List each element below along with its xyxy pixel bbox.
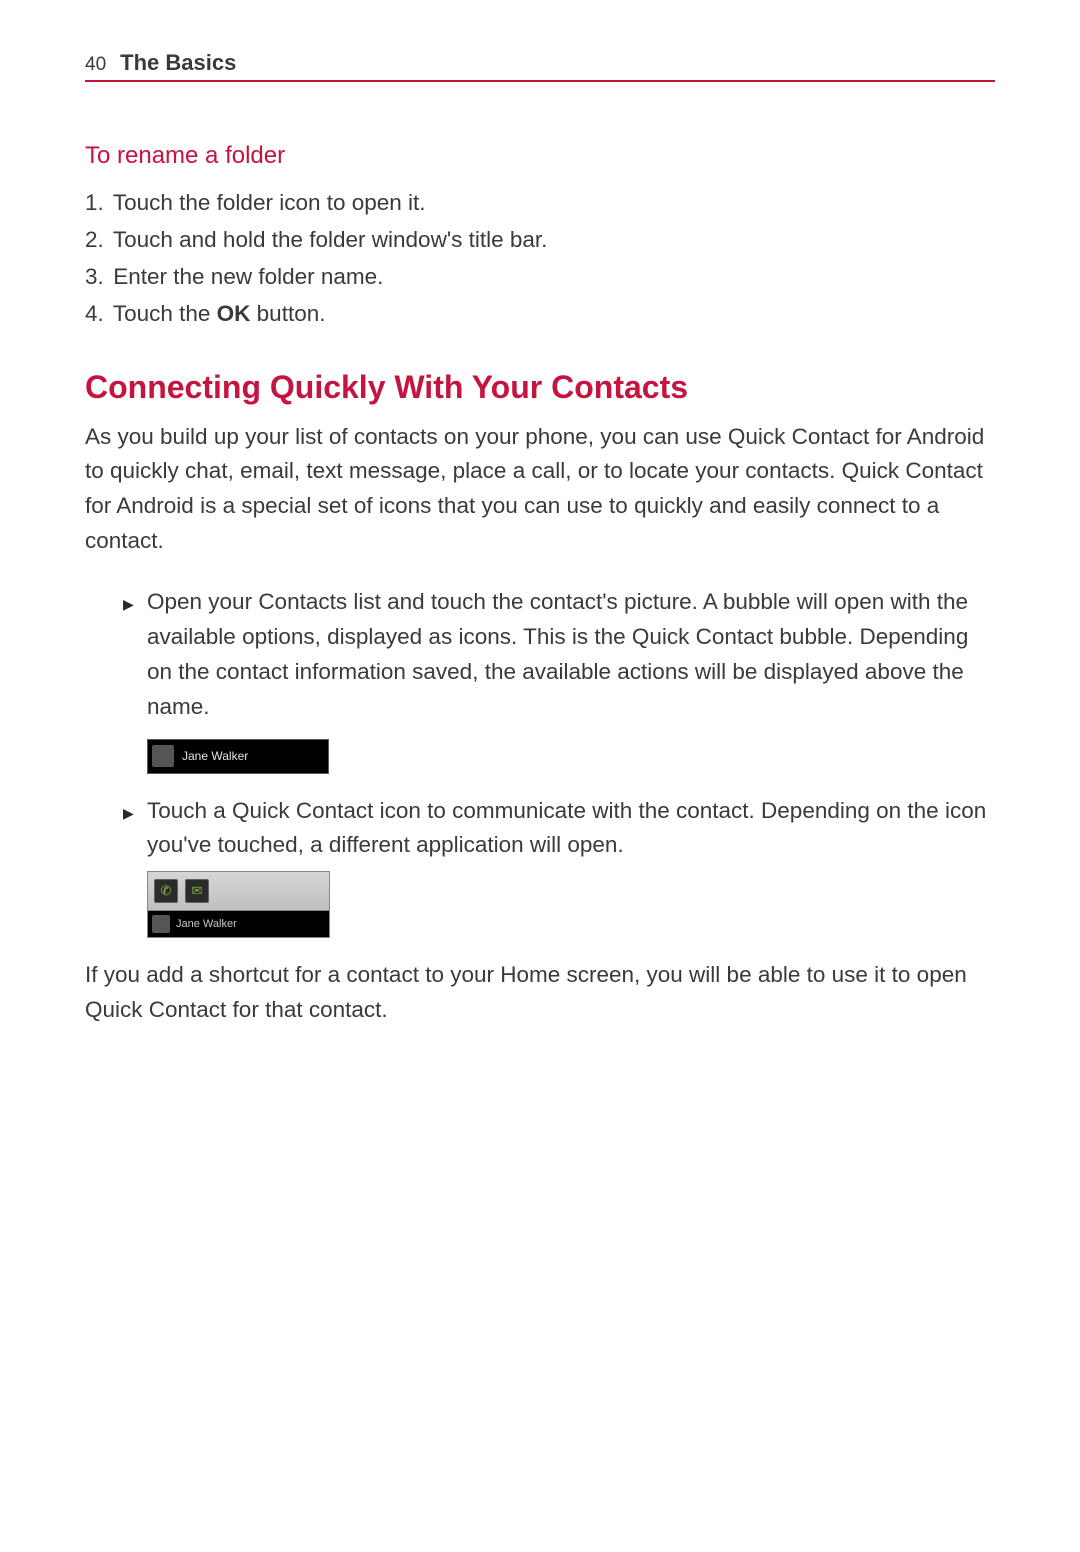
example-screenshot-2: ✆ ✉ Jane Walker	[85, 871, 995, 938]
step-item: 4. Touch the OK button.	[85, 295, 995, 332]
intro-paragraph: As you build up your list of contacts on…	[85, 420, 995, 560]
step-text: Touch and hold the folder window's title…	[107, 227, 547, 252]
phone-icon: ✆	[154, 879, 178, 903]
contact-avatar-icon	[152, 915, 170, 933]
step-item: 1. Touch the folder icon to open it.	[85, 184, 995, 221]
example-screenshot-1: Jane Walker	[85, 739, 995, 774]
quick-contact-section: Connecting Quickly With Your Contacts As…	[85, 369, 995, 1029]
bullet-item: ▶ Touch a Quick Contact icon to communic…	[123, 794, 995, 864]
subheading-rename-folder: To rename a folder	[85, 142, 995, 170]
step-number: 2.	[85, 221, 107, 258]
rename-folder-section: To rename a folder 1. Touch the folder i…	[85, 142, 995, 333]
step-text: button.	[250, 301, 325, 326]
triangle-bullet-icon: ▶	[123, 594, 134, 616]
step-item: 2. Touch and hold the folder window's ti…	[85, 221, 995, 258]
contact-name-label: Jane Walker	[182, 749, 248, 763]
step-number: 4.	[85, 295, 107, 332]
bullet-item: ▶ Open your Contacts list and touch the …	[123, 585, 995, 725]
step-bold-text: OK	[217, 301, 251, 326]
contact-name-label: Jane Walker	[176, 918, 237, 930]
bullet-text: Open your Contacts list and touch the co…	[147, 589, 968, 719]
step-text: Touch the	[107, 301, 217, 326]
bullet-list: ▶ Open your Contacts list and touch the …	[85, 585, 995, 725]
section-title: The Basics	[120, 50, 236, 76]
outro-paragraph: If you add a shortcut for a contact to y…	[85, 958, 995, 1028]
quick-contact-popup: ✆ ✉ Jane Walker	[147, 871, 330, 938]
bullet-list: ▶ Touch a Quick Contact icon to communic…	[85, 794, 995, 864]
step-text: Enter the new folder name.	[107, 264, 383, 289]
running-header: 40 The Basics	[85, 50, 995, 82]
step-item: 3. Enter the new folder name.	[85, 258, 995, 295]
heading-connecting-quickly: Connecting Quickly With Your Contacts	[85, 369, 995, 406]
triangle-bullet-icon: ▶	[123, 803, 134, 825]
page-number: 40	[85, 54, 106, 76]
step-text: Touch the folder icon to open it.	[107, 190, 426, 215]
quick-contact-actions-row: ✆ ✉	[148, 872, 329, 911]
contact-avatar-icon	[152, 745, 174, 767]
step-number: 3.	[85, 258, 107, 295]
quick-contact-name-row: Jane Walker	[148, 911, 329, 937]
quick-contact-bar: Jane Walker	[147, 739, 329, 774]
bullet-text: Touch a Quick Contact icon to communicat…	[147, 798, 986, 858]
message-icon: ✉	[185, 879, 209, 903]
step-number: 1.	[85, 184, 107, 221]
rename-folder-steps: 1. Touch the folder icon to open it. 2. …	[85, 184, 995, 333]
document-page: 40 The Basics To rename a folder 1. Touc…	[0, 0, 1080, 1552]
